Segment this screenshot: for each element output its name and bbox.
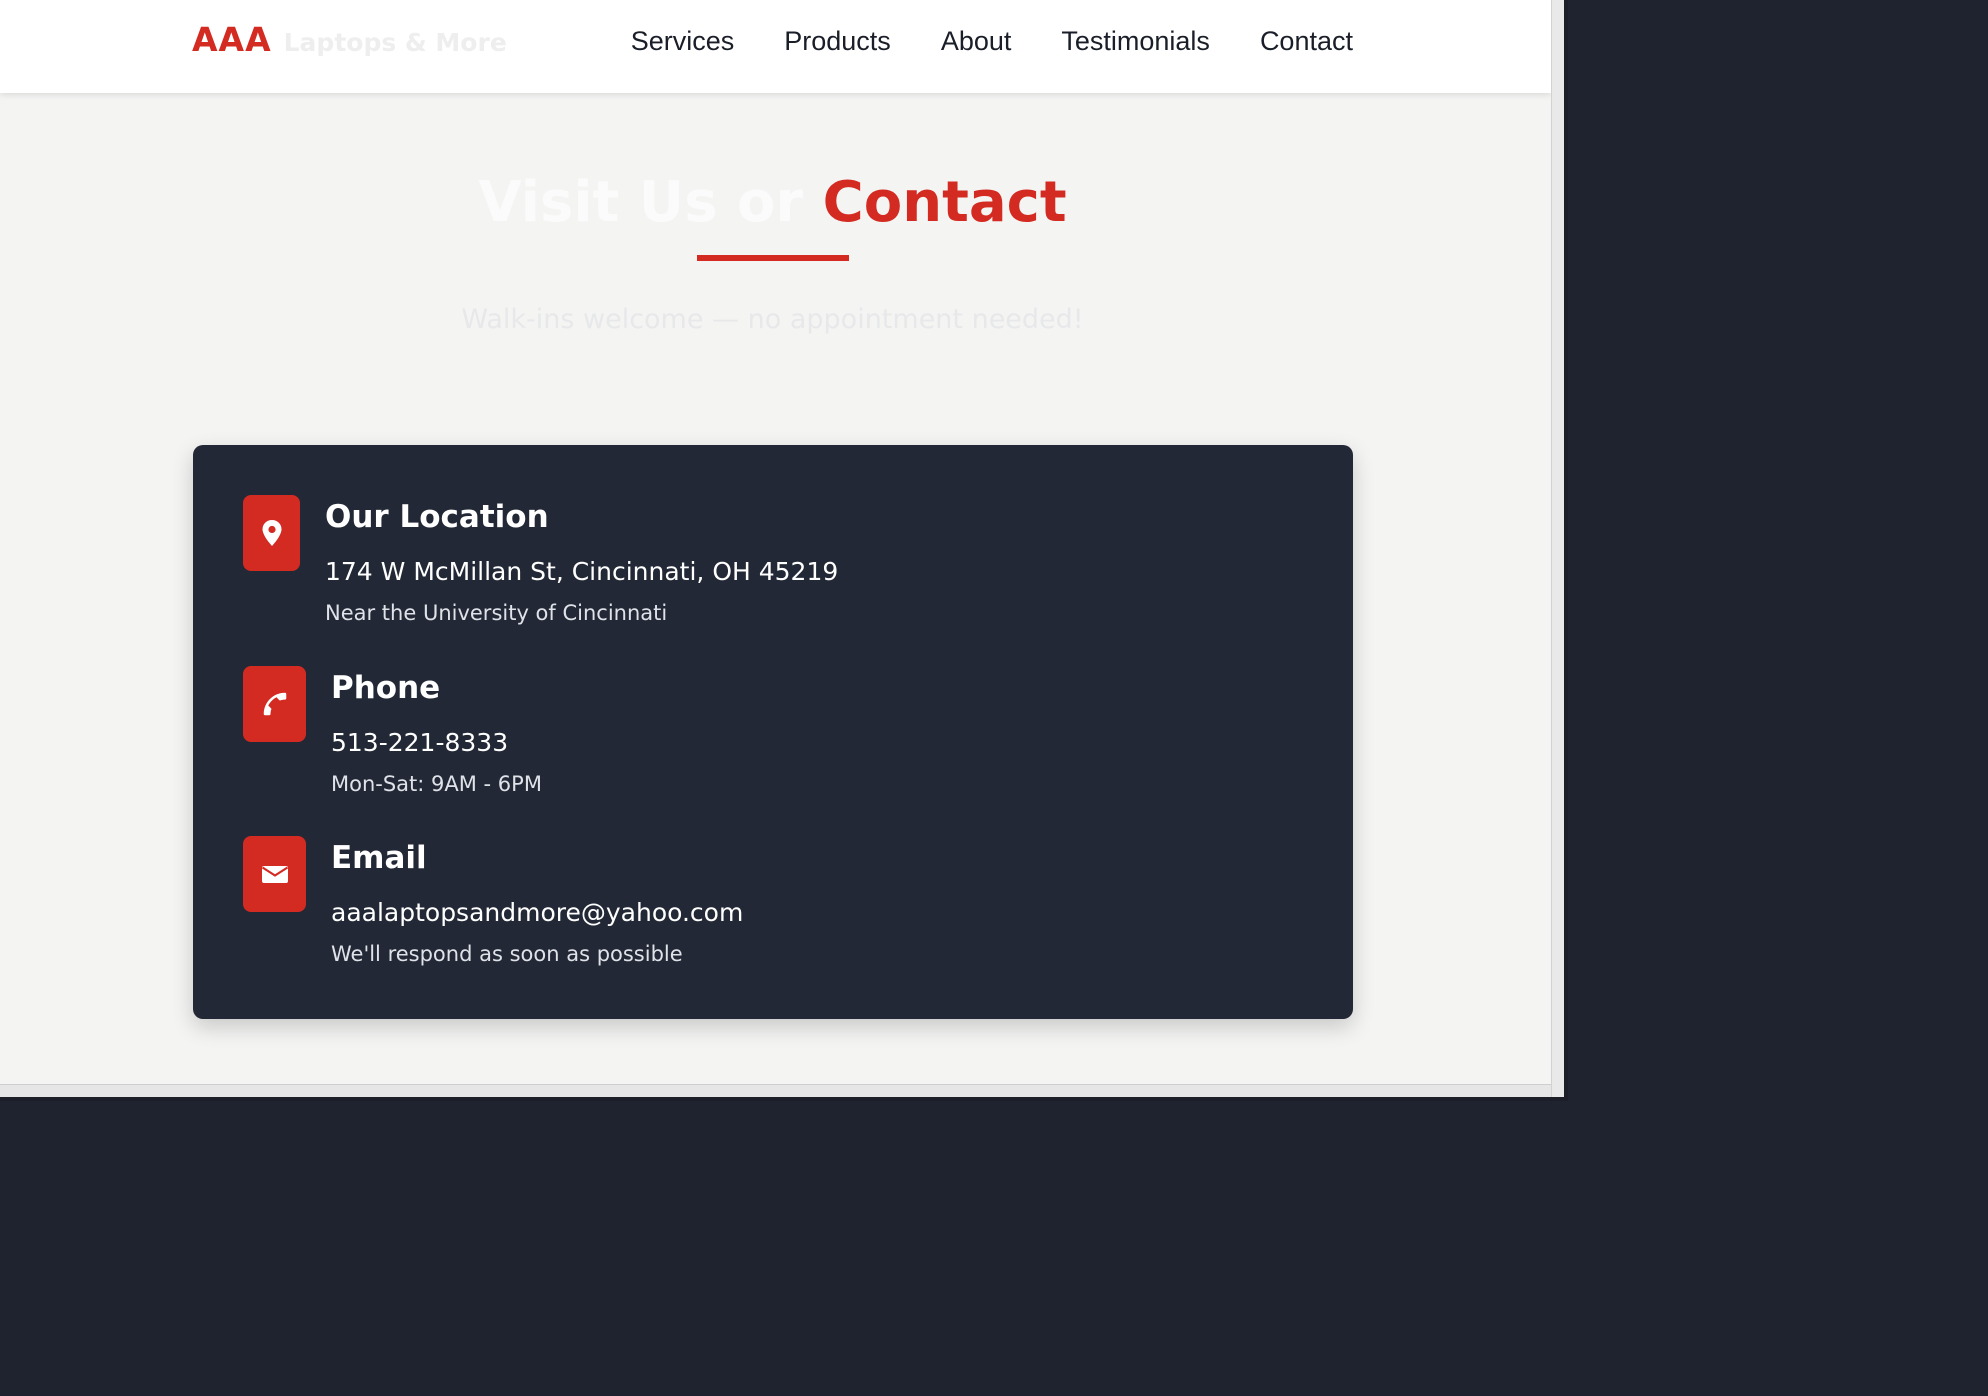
location-address: 174 W McMillan St, Cincinnati, OH 45219 (325, 557, 839, 586)
email-note: We'll respond as soon as possible (331, 942, 683, 966)
section-title-accent: Contact (822, 170, 1067, 235)
site-header: AAA Laptops & More Services Products Abo… (0, 0, 1551, 93)
window-bottom-edge (0, 1084, 1568, 1101)
logo-brand-text: AAA (192, 20, 272, 59)
phone-number[interactable]: 513-221-8333 (331, 728, 508, 757)
section-subtitle: Walk-ins welcome — no appointment needed… (461, 304, 1084, 335)
browser-viewport: AAA Laptops & More Services Products Abo… (0, 0, 1551, 1084)
nav-services[interactable]: Services (631, 26, 735, 57)
main-nav: Services Products About Testimonials Con… (631, 26, 1353, 57)
logo-tagline: Laptops & More (283, 28, 507, 57)
nav-products[interactable]: Products (784, 26, 891, 57)
section-title: Visit Us or Contact (0, 170, 1545, 235)
email-address[interactable]: aaalaptopsandmore@yahoo.com (331, 898, 743, 927)
contact-info-card: Our Location 174 W McMillan St, Cincinna… (193, 445, 1353, 1019)
section-title-plain: Visit Us or (478, 170, 804, 235)
site-logo[interactable]: AAA Laptops & More (192, 20, 507, 59)
phone-icon (243, 666, 306, 742)
map-pin-icon (243, 495, 300, 571)
email-heading: Email (331, 840, 427, 876)
phone-heading: Phone (331, 670, 441, 706)
nav-about[interactable]: About (941, 26, 1012, 57)
window-right-edge (1551, 0, 1568, 1101)
nav-contact[interactable]: Contact (1260, 26, 1353, 57)
envelope-icon (243, 836, 306, 912)
location-note: Near the University of Cincinnati (325, 601, 668, 625)
phone-hours: Mon-Sat: 9AM - 6PM (331, 772, 542, 796)
nav-testimonials[interactable]: Testimonials (1061, 26, 1210, 57)
location-heading: Our Location (325, 499, 549, 535)
title-underline-divider (697, 255, 849, 261)
